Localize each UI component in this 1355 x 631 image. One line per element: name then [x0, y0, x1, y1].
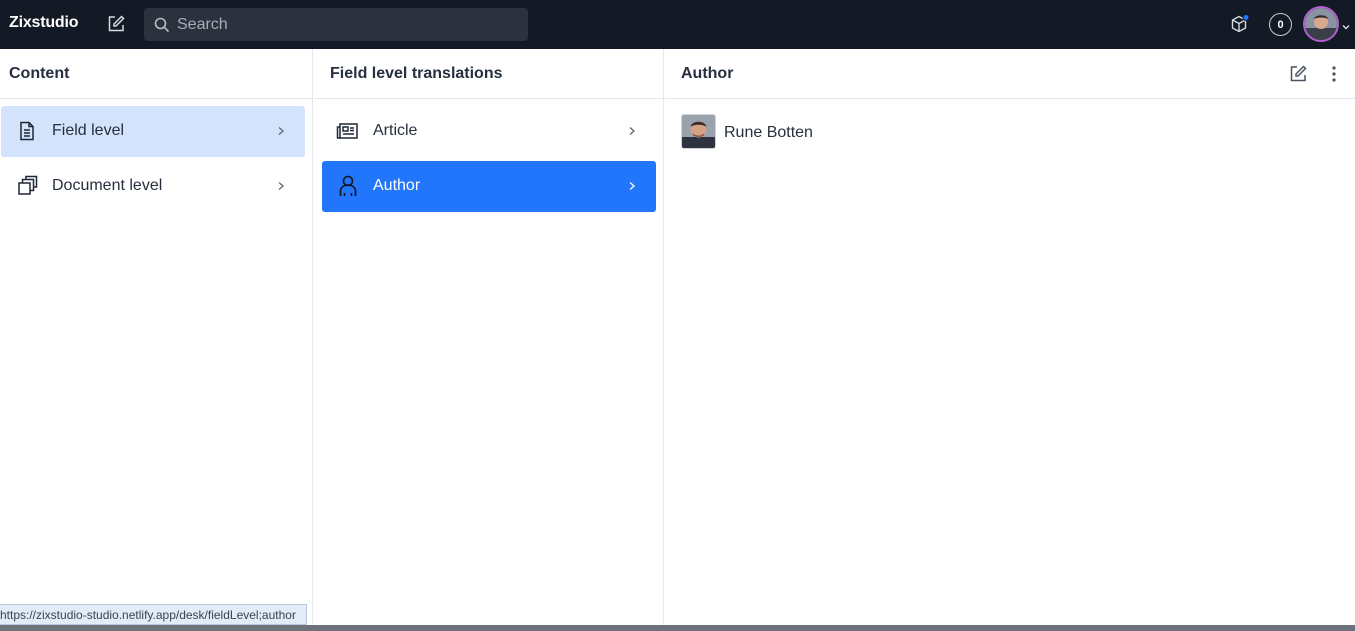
content-pane-title: Content — [9, 65, 70, 82]
search-input[interactable] — [177, 15, 517, 34]
translations-item-article[interactable]: Article — [322, 106, 656, 157]
translations-pane-title: Field level translations — [330, 65, 503, 82]
search-box[interactable] — [144, 8, 528, 41]
compose-icon — [1290, 65, 1307, 82]
avatar-image-icon — [682, 115, 715, 148]
documents-stack-icon — [15, 174, 39, 198]
author-document-name[interactable]: Rune Botten — [724, 124, 813, 142]
os-taskbar — [0, 625, 1355, 631]
top-navbar: Zixstudio 0 — [0, 0, 1355, 49]
translations-pane: Field level translations Article Author — [314, 49, 664, 625]
author-pane: Author Rune Botten — [665, 49, 1355, 625]
document-icon — [15, 119, 39, 143]
avatar-image-icon — [1305, 8, 1337, 40]
more-vertical-icon — [1332, 66, 1336, 82]
content-item-label: Document level — [52, 177, 163, 194]
chevron-right-icon — [626, 179, 638, 193]
content-pane-header: Content — [0, 49, 312, 99]
more-menu-button[interactable] — [1323, 63, 1345, 85]
changes-button[interactable] — [1229, 13, 1251, 35]
chevron-right-icon — [626, 124, 638, 138]
newspaper-icon — [336, 119, 360, 143]
content-item-label: Field level — [52, 122, 125, 139]
package-notification-icon — [1231, 14, 1250, 33]
chevron-right-icon — [275, 179, 287, 193]
user-avatar[interactable] — [1303, 6, 1339, 42]
translations-item-label: Author — [373, 177, 421, 194]
content-pane: Content Field level Document level — [0, 49, 313, 625]
changes-count-badge[interactable]: 0 — [1269, 13, 1292, 36]
content-item-field-level[interactable]: Field level — [1, 106, 305, 157]
author-document-avatar[interactable] — [681, 114, 716, 149]
create-document-button[interactable] — [1287, 63, 1309, 85]
translations-pane-header: Field level translations — [314, 49, 663, 99]
translations-item-author[interactable]: Author — [322, 161, 656, 212]
chevron-right-icon — [275, 124, 287, 138]
content-item-document-level[interactable]: Document level — [1, 161, 305, 212]
chevron-down-icon[interactable] — [1341, 19, 1351, 30]
search-icon — [154, 17, 170, 33]
status-bar-url: https://zixstudio-studio.netlify.app/des… — [0, 604, 307, 625]
translations-item-label: Article — [373, 122, 418, 139]
author-pane-header: Author — [665, 49, 1355, 99]
compose-button[interactable] — [104, 12, 128, 36]
compose-icon — [108, 15, 125, 32]
author-pane-title: Author — [681, 65, 734, 82]
user-icon — [336, 174, 360, 198]
brand-logo[interactable]: Zixstudio — [9, 14, 79, 32]
